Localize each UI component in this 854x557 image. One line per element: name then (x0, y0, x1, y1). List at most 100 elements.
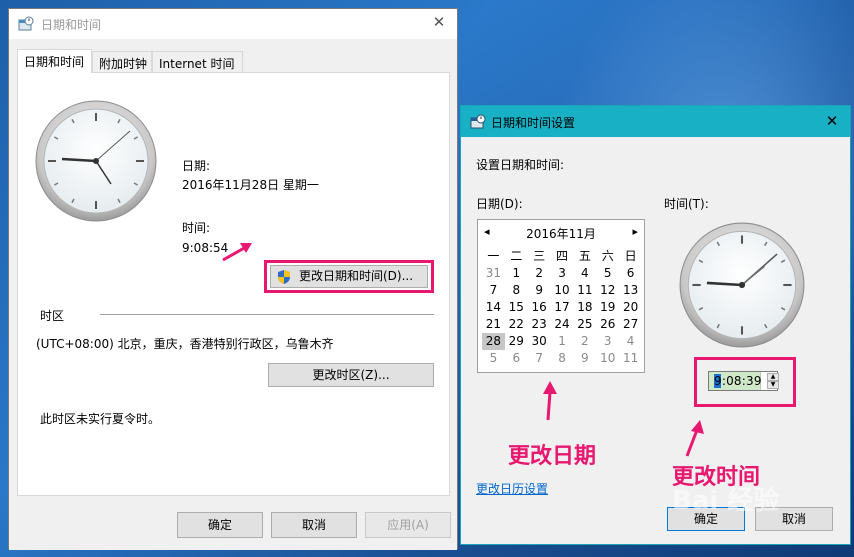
next-month-icon[interactable]: ▸ (632, 225, 638, 238)
date-time-settings-dialog: 日期和时间设置 ✕ 设置日期和时间: 日期(D): 时间(T): ◂ 2016年… (460, 105, 851, 545)
analog-clock-icon (679, 222, 805, 348)
weekday-label: 日 (624, 249, 637, 263)
ok-button[interactable]: 确定 (177, 512, 263, 538)
arrow-up-annotation-icon (543, 381, 557, 421)
calendar-day[interactable]: 8 (551, 350, 574, 367)
time-label: 时间: (182, 221, 211, 235)
calendar-day[interactable]: 10 (551, 282, 574, 299)
calendar-day[interactable]: 10 (596, 350, 619, 367)
calendar-day[interactable]: 2 (528, 265, 551, 282)
calendar-week-row: 21 22 23 24 25 26 27 (482, 316, 642, 333)
calendar[interactable]: ◂ 2016年11月 ▸ 一二三四五六日 31 1 2 3 4 5 6 7 8 9 10 11 12 13 1… (477, 219, 645, 373)
weekday-label: 四 (556, 249, 569, 263)
calendar-day[interactable]: 5 (482, 350, 505, 367)
calendar-day[interactable]: 4 (573, 265, 596, 282)
change-date-time-button[interactable]: 更改日期和时间(D)... (270, 265, 428, 288)
calendar-day[interactable]: 11 (619, 350, 642, 367)
spin-down-icon[interactable]: ▼ (767, 381, 779, 389)
change-timezone-button[interactable]: 更改时区(Z)... (268, 363, 434, 387)
calendar-day[interactable]: 6 (619, 265, 642, 282)
apply-button[interactable]: 应用(A) (365, 512, 451, 538)
arrow-annotation-icon (222, 243, 252, 262)
calendar-day[interactable]: 15 (505, 299, 528, 316)
window-title: 日期和时间 (41, 18, 102, 32)
calendar-day[interactable]: 30 (528, 333, 551, 350)
weekday-label: 五 (578, 249, 591, 263)
calendar-day[interactable]: 18 (573, 299, 596, 316)
weekday-label: 二 (510, 249, 523, 263)
title-bar[interactable]: 日期和时间设置 ✕ (461, 106, 850, 137)
weekday-label: 一 (487, 249, 500, 263)
date-label: 日期(D): (476, 197, 523, 211)
calendar-day[interactable]: 9 (573, 350, 596, 367)
date-label: 日期: (182, 159, 211, 173)
timezone-heading: 时区 (40, 309, 65, 323)
time-spinner[interactable]: ▲ ▼ (767, 373, 779, 390)
calendar-day[interactable]: 20 (619, 299, 642, 316)
calendar-day[interactable]: 23 (528, 316, 551, 333)
timezone-divider (100, 314, 434, 315)
weekday-row: 一二三四五六日 (482, 248, 642, 265)
calendar-day[interactable]: 29 (505, 333, 528, 350)
dst-note: 此时区未实行夏令时。 (40, 412, 161, 426)
calendar-day[interactable]: 6 (505, 350, 528, 367)
time-value: 9:08:39 (714, 374, 762, 388)
calendar-day[interactable]: 12 (596, 282, 619, 299)
tab-panel: 日期: 2016年11月28日 星期一 时间: 9:08:54 更改日期和时间(… (17, 72, 450, 496)
calendar-day[interactable]: 17 (551, 299, 574, 316)
clock-calendar-icon (18, 16, 34, 31)
dialog-body: 日期和时间 附加时钟 Internet 时间 日期: 2016年11月28日 星… (9, 39, 457, 550)
calendar-day[interactable]: 4 (619, 333, 642, 350)
cancel-button[interactable]: 取消 (271, 512, 357, 538)
title-bar[interactable]: 日期和时间 ✕ (9, 9, 457, 39)
calendar-day[interactable]: 11 (573, 282, 596, 299)
calendar-day[interactable]: 1 (551, 333, 574, 350)
calendar-day[interactable]: 26 (596, 316, 619, 333)
calendar-day[interactable]: 21 (482, 316, 505, 333)
calendar-day[interactable]: 5 (596, 265, 619, 282)
annotation-change-date: 更改日期 (508, 443, 597, 469)
calendar-week-row: 31 1 2 3 4 5 6 (482, 265, 642, 282)
calendar-day[interactable]: 1 (505, 265, 528, 282)
calendar-day[interactable]: 3 (551, 265, 574, 282)
calendar-day[interactable]: 7 (482, 282, 505, 299)
calendar-month-title[interactable]: 2016年11月 (478, 225, 644, 242)
calendar-day[interactable]: 16 (528, 299, 551, 316)
timezone-value: (UTC+08:00) 北京，重庆，香港特别行政区，乌鲁木齐 (36, 337, 334, 351)
date-time-dialog: 日期和时间 ✕ 日期和时间 附加时钟 Internet 时间 日期: 2016年… (8, 8, 458, 550)
calendar-day[interactable]: 31 (482, 265, 505, 282)
calendar-grid: 一二三四五六日 31 1 2 3 4 5 6 7 8 9 10 11 12 13 14 15 16 17 18 19 20… (482, 248, 642, 367)
time-label: 时间(T): (664, 197, 709, 211)
change-calendar-settings-link[interactable]: 更改日历设置 (476, 480, 548, 497)
spin-up-icon[interactable]: ▲ (767, 373, 779, 381)
tab-date-time[interactable]: 日期和时间 (17, 49, 92, 73)
calendar-day[interactable]: 19 (596, 299, 619, 316)
calendar-day[interactable]: 25 (573, 316, 596, 333)
clock-calendar-icon (470, 114, 486, 129)
calendar-day[interactable]: 2 (573, 333, 596, 350)
uac-shield-icon (278, 270, 290, 284)
calendar-week-row: 28 29 30 1 2 3 4 (482, 333, 642, 350)
calendar-day[interactable]: 14 (482, 299, 505, 316)
calendar-week-row: 7 8 9 10 11 12 13 (482, 282, 642, 299)
close-icon[interactable]: ✕ (824, 113, 840, 129)
date-value: 2016年11月28日 星期一 (182, 178, 319, 192)
calendar-week-row: 14 15 16 17 18 19 20 (482, 299, 642, 316)
close-icon[interactable]: ✕ (431, 14, 447, 30)
calendar-day-selected[interactable]: 28 (482, 333, 505, 350)
tab-additional-clocks[interactable]: 附加时钟 (92, 51, 152, 72)
calendar-day[interactable]: 3 (596, 333, 619, 350)
calendar-week-row: 5 6 7 8 9 10 11 (482, 350, 642, 367)
window-title: 日期和时间设置 (491, 116, 576, 130)
calendar-day[interactable]: 22 (505, 316, 528, 333)
tab-internet-time[interactable]: Internet 时间 (152, 51, 243, 72)
weekday-label: 六 (601, 249, 614, 263)
calendar-day[interactable]: 9 (528, 282, 551, 299)
calendar-day[interactable]: 13 (619, 282, 642, 299)
calendar-day[interactable]: 7 (528, 350, 551, 367)
calendar-day[interactable]: 8 (505, 282, 528, 299)
calendar-day[interactable]: 27 (619, 316, 642, 333)
change-date-time-label: 更改日期和时间(D)... (298, 269, 414, 283)
watermark: Bai 经验 (672, 486, 780, 516)
calendar-day[interactable]: 24 (551, 316, 574, 333)
